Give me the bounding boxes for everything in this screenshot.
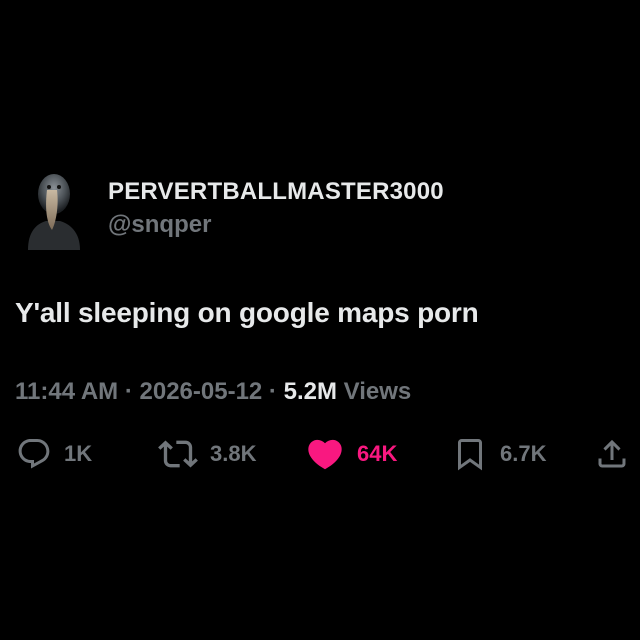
action-bar: 1K 3.8K 64K 6.7K xyxy=(0,432,640,476)
avatar[interactable] xyxy=(22,166,84,252)
bookmark-count: 6.7K xyxy=(500,441,547,466)
views-count: 5.2M xyxy=(283,378,337,405)
share-button[interactable] xyxy=(594,432,630,476)
reply-count: 1K xyxy=(64,441,93,466)
bookmark-button[interactable]: 6.7K xyxy=(452,432,546,476)
tweet-date[interactable]: 2026-05-12 xyxy=(140,378,263,405)
views-label: Views xyxy=(336,378,412,405)
shoebill-bird-avatar-icon xyxy=(28,174,80,250)
reply-icon xyxy=(18,439,50,469)
share-icon xyxy=(598,439,626,468)
tweet-meta: 11:44 AM · 2026-05-12 · 5.2M Views xyxy=(15,378,411,406)
meta-separator: · xyxy=(118,378,140,405)
like-button[interactable]: 64K xyxy=(305,432,397,476)
reply-button[interactable]: 1K xyxy=(16,432,92,476)
heart-icon xyxy=(308,439,342,470)
tweet-text: Y'all sleeping on google maps porn xyxy=(15,297,479,328)
like-count: 64K xyxy=(357,441,398,466)
retweet-button[interactable]: 3.8K xyxy=(158,432,256,476)
display-name[interactable]: PERVERTBALLMASTER3000 xyxy=(108,178,444,206)
retweet-icon xyxy=(158,440,198,468)
user-handle[interactable]: @snqper xyxy=(108,211,211,239)
retweet-count: 3.8K xyxy=(210,441,257,466)
tweet-time[interactable]: 11:44 AM xyxy=(15,378,118,405)
bookmark-icon xyxy=(458,439,482,471)
meta-separator: · xyxy=(262,378,284,405)
